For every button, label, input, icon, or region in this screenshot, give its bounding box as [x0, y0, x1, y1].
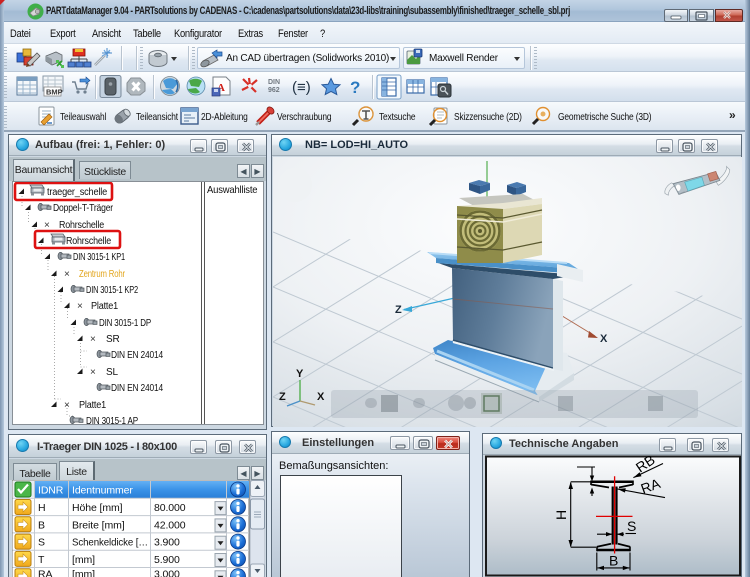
svg-text:Rohrschelle: Rohrschelle — [59, 220, 105, 231]
svg-text:Y: Y — [296, 368, 304, 380]
svg-text:3.000: 3.000 — [154, 569, 180, 577]
svg-text:DIN: DIN — [268, 79, 280, 86]
svg-text:×: × — [64, 400, 70, 411]
svg-text:(≡): (≡) — [292, 79, 311, 96]
svg-text:X: X — [317, 391, 325, 403]
svg-text:Platte1: Platte1 — [91, 301, 119, 312]
svg-text:DIN EN 24014: DIN EN 24014 — [111, 350, 164, 361]
svg-text:traeger_schelle: traeger_schelle — [47, 187, 108, 198]
svg-text:RA: RA — [38, 569, 52, 577]
svg-text:DIN 3015-1 KP1: DIN 3015-1 KP1 — [73, 252, 125, 263]
svg-text:×: × — [90, 334, 96, 345]
svg-text:B: B — [609, 553, 618, 569]
svg-text:Höhe [mm]: Höhe [mm] — [72, 502, 123, 514]
svg-text:Z: Z — [395, 304, 402, 316]
svg-text:Rohrschelle: Rohrschelle — [66, 236, 112, 247]
svg-text:DIN 3015-1 DP: DIN 3015-1 DP — [99, 318, 151, 329]
svg-text:×: × — [44, 220, 50, 231]
svg-text:Breite [mm]: Breite [mm] — [72, 519, 125, 531]
svg-text:Doppel-T-Träger: Doppel-T-Träger — [53, 203, 114, 214]
svg-text:×: × — [64, 269, 70, 280]
svg-text:S: S — [627, 518, 636, 534]
svg-text:962: 962 — [268, 87, 280, 94]
svg-text:SL: SL — [106, 367, 118, 378]
svg-text:Z: Z — [279, 391, 286, 403]
svg-text:[mm]: [mm] — [72, 554, 95, 566]
svg-text:S: S — [38, 537, 45, 549]
svg-text:Zentrum Rohr: Zentrum Rohr — [79, 269, 126, 280]
svg-text:Identnummer: Identnummer — [72, 485, 133, 497]
svg-text:42.000: 42.000 — [154, 519, 186, 531]
svg-text:5.900: 5.900 — [154, 554, 180, 566]
svg-text:×: × — [90, 367, 96, 378]
svg-text:SR: SR — [106, 334, 120, 345]
svg-text:×: × — [77, 301, 83, 312]
svg-text:DIN 3015-1 AP: DIN 3015-1 AP — [86, 416, 138, 425]
svg-text:H: H — [553, 510, 569, 520]
svg-text:3.900: 3.900 — [154, 537, 180, 549]
svg-text:H: H — [38, 502, 45, 514]
svg-text:Platte1: Platte1 — [79, 400, 107, 411]
svg-text:DIN 3015-1 KP2: DIN 3015-1 KP2 — [86, 285, 138, 296]
svg-text:[mm]: [mm] — [72, 569, 95, 577]
svg-text:T: T — [38, 554, 45, 566]
svg-text:Schenkeldicke […: Schenkeldicke [… — [72, 537, 148, 549]
svg-text:BMP: BMP — [46, 88, 63, 97]
svg-text:B: B — [38, 519, 45, 531]
svg-text:80.000: 80.000 — [154, 502, 186, 514]
svg-text:?: ? — [350, 78, 360, 97]
svg-text:IDNR: IDNR — [38, 485, 64, 497]
svg-text:DIN EN 24014: DIN EN 24014 — [111, 383, 164, 394]
svg-text:X: X — [600, 333, 608, 345]
